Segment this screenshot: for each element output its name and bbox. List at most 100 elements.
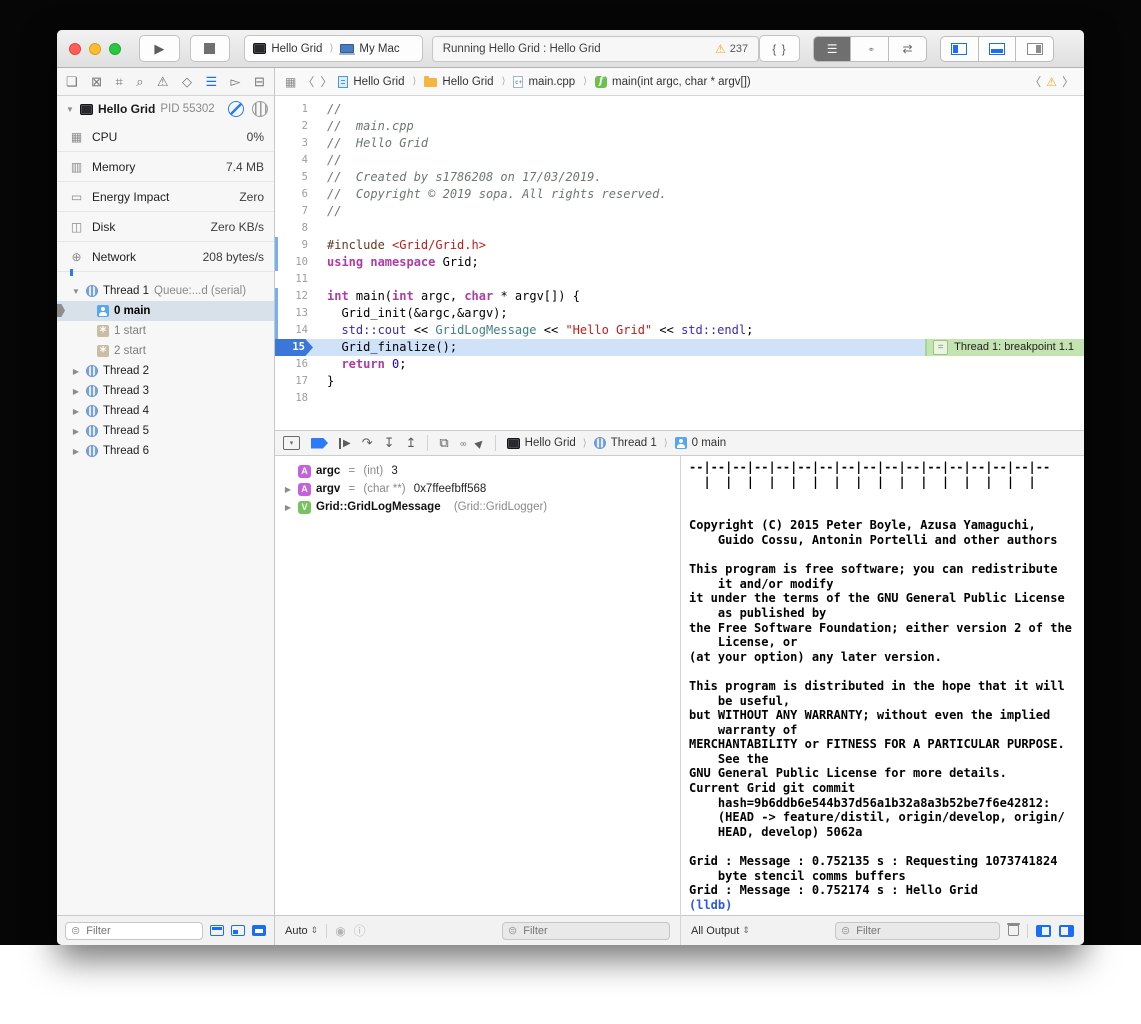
minimize-window-button[interactable]: [89, 43, 101, 55]
jumpbar-crumb-1[interactable]: Hello Grid: [338, 76, 404, 88]
simulate-location-button[interactable]: ▶: [473, 436, 486, 449]
disclosure-closed-icon[interactable]: ▶: [71, 407, 81, 416]
breakpoints-toggle-button[interactable]: [311, 438, 328, 449]
code-line[interactable]: 17}: [275, 373, 1084, 390]
debugbar-crumb-2[interactable]: Thread 1: [594, 437, 657, 449]
disclosure-closed-icon[interactable]: ▶: [71, 447, 81, 456]
related-items-icon[interactable]: ▦: [285, 75, 296, 89]
code-line[interactable]: 9#include <Grid/Grid.h>: [275, 237, 1084, 254]
tab-source-control-navigator[interactable]: ⊠: [91, 74, 102, 90]
thread-row[interactable]: ▶Thread 5: [57, 421, 274, 441]
tab-report-navigator[interactable]: ⊟: [254, 74, 265, 90]
stack-frame-row[interactable]: 2 start: [57, 341, 274, 361]
clear-console-button[interactable]: [1008, 925, 1019, 936]
tab-test-navigator[interactable]: ◇: [182, 74, 192, 90]
library-button[interactable]: { }: [759, 35, 800, 62]
variable-row[interactable]: ▶VGrid::GridLogMessage (Grid::GridLogger…: [275, 498, 680, 516]
toggle-inspector-button[interactable]: [1016, 37, 1053, 61]
thread-row[interactable]: ▶Thread 6: [57, 441, 274, 461]
thread-row[interactable]: ▶Thread 4: [57, 401, 274, 421]
code-line[interactable]: 6// Copyright © 2019 sopa. All rights re…: [275, 186, 1084, 203]
zoom-window-button[interactable]: [109, 43, 121, 55]
thread-row[interactable]: ▶Thread 3: [57, 381, 274, 401]
code-line[interactable]: 3// Hello Grid: [275, 135, 1084, 152]
disclosure-closed-icon[interactable]: ▶: [71, 427, 81, 436]
code-line[interactable]: 12int main(int argc, char * argv[]) {: [275, 288, 1084, 305]
stack-frame-row[interactable]: 0 main: [57, 301, 274, 321]
tab-issue-navigator[interactable]: ⚠: [157, 74, 169, 90]
code-line[interactable]: 16 return 0;: [275, 356, 1084, 373]
warning-count-badge[interactable]: ⚠ 237: [715, 42, 748, 56]
tab-breakpoint-navigator[interactable]: ▻: [231, 74, 241, 90]
scheme-selector[interactable]: Hello Grid ⟩ My Mac: [244, 35, 422, 62]
go-forward-button[interactable]: 〉: [320, 73, 332, 90]
code-line[interactable]: 4//: [275, 152, 1084, 169]
gauge-memory[interactable]: ▥Memory7.4 MB: [57, 151, 274, 181]
assistant-editor-button[interactable]: ◦◦: [851, 37, 889, 61]
tab-debug-navigator[interactable]: ☰: [205, 74, 217, 90]
code-line[interactable]: 7//: [275, 203, 1084, 220]
console-filter-field[interactable]: ⊜: [835, 922, 1000, 940]
code-line[interactable]: 18: [275, 390, 1084, 407]
step-over-button[interactable]: ↷: [362, 435, 373, 451]
stop-button[interactable]: [190, 35, 231, 62]
close-window-button[interactable]: [69, 43, 81, 55]
navigator-filter-input[interactable]: [84, 924, 197, 938]
debugbar-crumb-3[interactable]: 0 main: [675, 437, 727, 449]
disclosure-closed-icon[interactable]: ▶: [71, 367, 81, 376]
activity-viewer[interactable]: Running Hello Grid : Hello Grid ⚠ 237: [432, 36, 759, 62]
gauge-cpu[interactable]: ▦CPU0%: [57, 122, 274, 151]
console-output[interactable]: --|--|--|--|--|--|--|--|--|--|--|--|--|-…: [680, 456, 1084, 915]
debug-gauges-toggle[interactable]: [228, 101, 244, 117]
variable-row[interactable]: Aargc = (int) 3: [275, 462, 680, 480]
jumpbar-crumb-3[interactable]: main.cpp: [513, 76, 575, 88]
quick-look-icon[interactable]: ◉: [335, 924, 345, 938]
gauge-network[interactable]: ⊕Network208 bytes/s: [57, 241, 274, 271]
code-line[interactable]: 5// Created by s1786208 on 17/03/2019.: [275, 169, 1084, 186]
gauge-energy[interactable]: ▭Energy ImpactZero: [57, 181, 274, 211]
code-line[interactable]: 11: [275, 271, 1084, 288]
tab-symbol-navigator[interactable]: ⌗: [115, 74, 122, 90]
run-button[interactable]: ▶: [139, 35, 180, 62]
variables-filter-field[interactable]: ⊜: [502, 922, 670, 940]
step-into-button[interactable]: ↧: [384, 435, 395, 451]
disclosure-closed-icon[interactable]: ▶: [283, 485, 293, 494]
go-back-button[interactable]: 〈: [302, 73, 314, 90]
show-variables-view-button[interactable]: [1036, 925, 1051, 937]
thread-row[interactable]: ▶Thread 2: [57, 361, 274, 381]
disclosure-open-icon[interactable]: ▼: [71, 287, 81, 296]
thread-row[interactable]: ▼Thread 1Queue:...d (serial): [57, 281, 274, 301]
variables-scope-popup[interactable]: Auto ⇕: [285, 925, 318, 937]
jumpbar-crumb-4[interactable]: main(int argc, char * argv[]): [595, 76, 751, 88]
code-line[interactable]: 14 std::cout << GridLogMessage << "Hello…: [275, 322, 1084, 339]
variables-filter-input[interactable]: [521, 924, 664, 938]
breakpoint-badge[interactable]: 15: [275, 339, 313, 356]
process-row[interactable]: ▼ Hello Grid PID 55302: [57, 96, 274, 122]
next-issue-button[interactable]: 〉: [1062, 73, 1074, 90]
tab-project-navigator[interactable]: ❏: [66, 74, 78, 90]
info-icon[interactable]: ⓘ: [354, 922, 366, 939]
version-editor-button[interactable]: ⇄: [889, 37, 926, 61]
standard-editor-button[interactable]: ☰: [814, 37, 852, 61]
toggle-navigator-button[interactable]: [941, 37, 979, 61]
view-process-by-thread-button[interactable]: [210, 925, 224, 936]
code-line[interactable]: 2// main.cpp: [275, 118, 1084, 135]
code-line[interactable]: 15 Grid_finalize();=Thread 1: breakpoint…: [275, 339, 1084, 356]
memory-graph-button[interactable]: ◦◦: [460, 436, 465, 451]
continue-button[interactable]: ▶: [339, 438, 351, 449]
console-filter-input[interactable]: [854, 924, 994, 938]
jumpbar-crumb-2[interactable]: Hello Grid: [424, 76, 493, 88]
previous-issue-button[interactable]: 〈: [1029, 73, 1041, 90]
console-output-popup[interactable]: All Output ⇕: [691, 925, 750, 937]
stack-frame-row[interactable]: 1 start: [57, 321, 274, 341]
disclosure-open-icon[interactable]: ▼: [65, 105, 75, 114]
tab-find-navigator[interactable]: ⌕: [136, 74, 143, 90]
step-out-button[interactable]: ↥: [406, 435, 417, 451]
navigator-filter-field[interactable]: ⊜: [65, 922, 203, 940]
source-editor[interactable]: 1//2// main.cpp3// Hello Grid4//5// Crea…: [275, 96, 1084, 430]
debugbar-crumb-1[interactable]: Hello Grid: [507, 437, 576, 449]
view-process-by-queue-button[interactable]: [231, 925, 245, 936]
variable-row[interactable]: ▶Aargv = (char **) 0x7ffeefbff568: [275, 480, 680, 498]
code-line[interactable]: 13 Grid_init(&argc,&argv);: [275, 305, 1084, 322]
disclosure-closed-icon[interactable]: ▶: [71, 387, 81, 396]
